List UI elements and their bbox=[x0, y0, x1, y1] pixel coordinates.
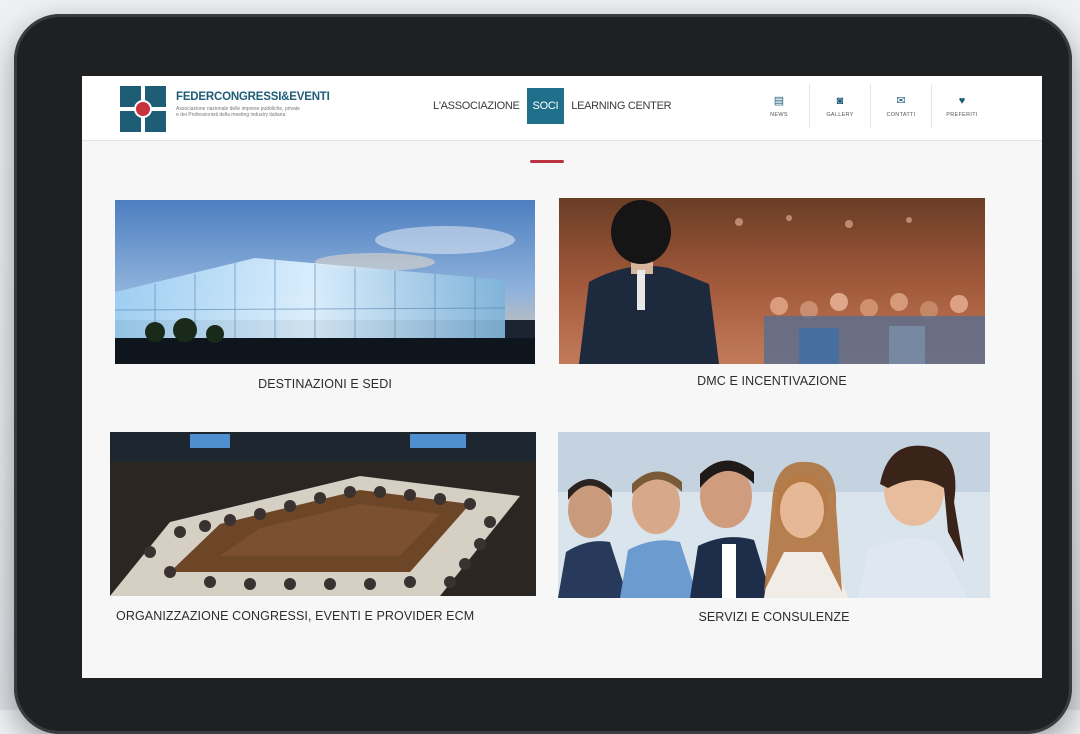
nav-contatti[interactable]: ✉ CONTATTI bbox=[870, 84, 931, 128]
nav-gallery-label: GALLERY bbox=[826, 111, 854, 118]
nav-preferiti[interactable]: ♥ PREFERITI bbox=[931, 84, 992, 128]
logo-tagline-line-2: e dei Professionisti della meeting indus… bbox=[176, 112, 286, 118]
card-caption: SERVIZI E CONSULENZE bbox=[698, 610, 850, 624]
nav-news[interactable]: ▤ NEWS bbox=[749, 84, 809, 128]
card-image-venue bbox=[115, 200, 535, 364]
card-caption: DMC E INCENTIVAZIONE bbox=[697, 374, 847, 388]
tablet-frame: FEDERCONGRESSI&EVENTI Associazione nazio… bbox=[14, 14, 1072, 734]
nav-contatti-label: CONTATTI bbox=[886, 111, 916, 118]
logo-tagline: Associazione nazionale delle imprese pub… bbox=[176, 106, 366, 118]
logo-dot bbox=[134, 100, 152, 118]
main-nav: L'ASSOCIAZIONE SOCI LEARNING CENTER bbox=[426, 88, 678, 124]
tablet-screen: FEDERCONGRESSI&EVENTI Associazione nazio… bbox=[82, 76, 1042, 678]
nav-gallery[interactable]: ◙ GALLERY bbox=[809, 84, 870, 128]
nav-preferiti-label: PREFERITI bbox=[946, 111, 978, 118]
card-dmc[interactable]: DMC E INCENTIVAZIONE bbox=[559, 198, 985, 398]
card-destinazioni[interactable]: DESTINAZIONI E SEDI bbox=[115, 200, 535, 400]
nav-item-associazione[interactable]: L'ASSOCIAZIONE bbox=[426, 88, 527, 124]
card-image-conference bbox=[110, 432, 536, 596]
card-image-speaker bbox=[559, 198, 985, 364]
envelope-icon: ✉ bbox=[896, 94, 906, 107]
card-servizi[interactable]: SERVIZI E CONSULENZE bbox=[558, 432, 990, 632]
section-divider bbox=[530, 160, 564, 163]
nav-item-learning-center[interactable]: LEARNING CENTER bbox=[564, 88, 678, 124]
heart-icon: ♥ bbox=[958, 94, 966, 107]
site-header: FEDERCONGRESSI&EVENTI Associazione nazio… bbox=[82, 76, 1042, 141]
newspaper-icon: ▤ bbox=[773, 94, 785, 107]
card-caption: ORGANIZZAZIONE CONGRESSI, EVENTI E PROVI… bbox=[116, 609, 475, 623]
camera-icon: ◙ bbox=[836, 94, 844, 107]
icon-nav: ▤ NEWS ◙ GALLERY ✉ CONTATTI ♥ PREFERITI bbox=[749, 84, 992, 128]
card-image-team bbox=[558, 432, 990, 598]
logo-name: FEDERCONGRESSI&EVENTI bbox=[176, 91, 330, 103]
logo-text[interactable]: FEDERCONGRESSI&EVENTI Associazione nazio… bbox=[176, 91, 366, 118]
logo-icon[interactable] bbox=[120, 86, 166, 132]
nav-item-soci[interactable]: SOCI bbox=[526, 88, 565, 124]
card-caption: DESTINAZIONI E SEDI bbox=[258, 377, 392, 391]
card-organizzazione[interactable]: ORGANIZZAZIONE CONGRESSI, EVENTI E PROVI… bbox=[110, 432, 536, 632]
nav-news-label: NEWS bbox=[770, 111, 788, 118]
